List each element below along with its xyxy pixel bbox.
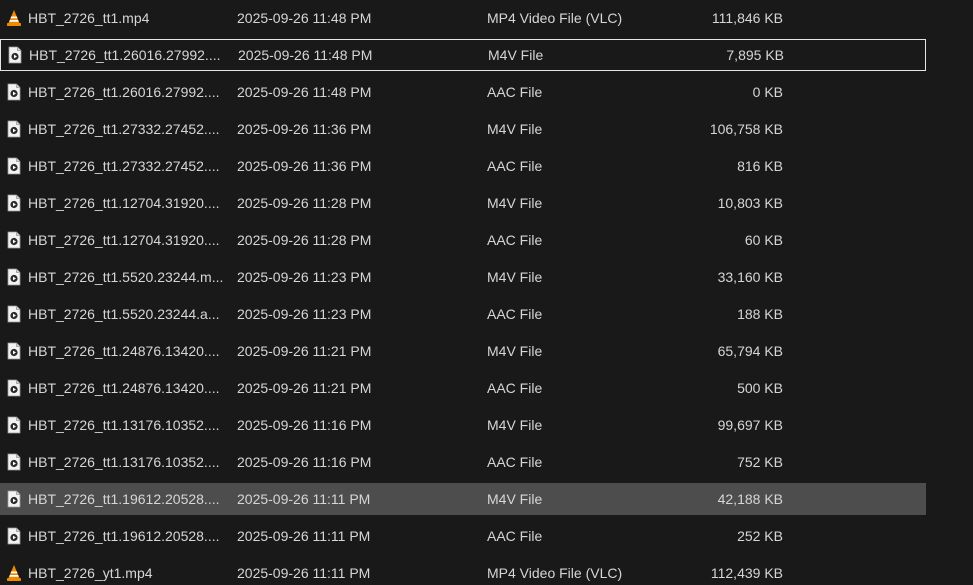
file-date-modified: 2025-09-26 11:48 PM: [237, 10, 372, 26]
file-row[interactable]: HBT_2726_tt1.13176.10352.... 2025-09-26 1…: [0, 409, 926, 441]
media-file-icon: [7, 46, 23, 64]
file-row[interactable]: HBT_2726_tt1.19612.20528.... 2025-09-26 1…: [0, 483, 926, 515]
file-name: HBT_2726_tt1.26016.27992....: [28, 84, 220, 100]
media-file-icon: [6, 83, 22, 101]
file-name: HBT_2726_yt1.mp4: [28, 565, 153, 581]
file-date-modified: 2025-09-26 11:28 PM: [237, 232, 372, 248]
file-date-modified: 2025-09-26 11:48 PM: [238, 47, 373, 63]
file-row[interactable]: HBT_2726_tt1.12704.31920.... 2025-09-26 1…: [0, 224, 926, 256]
file-row[interactable]: HBT_2726_tt1.26016.27992.... 2025-09-26 1…: [0, 39, 926, 71]
file-name: HBT_2726_tt1.5520.23244.a...: [28, 306, 220, 322]
file-row[interactable]: HBT_2726_tt1.27332.27452.... 2025-09-26 1…: [0, 150, 926, 182]
file-size: 816 KB: [737, 158, 783, 174]
media-file-icon: [6, 490, 22, 508]
file-size: 0 KB: [752, 84, 783, 100]
file-size: 111,846 KB: [711, 10, 783, 26]
file-date-modified: 2025-09-26 11:16 PM: [237, 454, 372, 470]
file-name: HBT_2726_tt1.12704.31920....: [28, 232, 220, 248]
media-file-icon: [6, 527, 22, 545]
file-row[interactable]: HBT_2726_tt1.12704.31920.... 2025-09-26 1…: [0, 187, 926, 219]
file-date-modified: 2025-09-26 11:23 PM: [237, 306, 372, 322]
file-size: 10,803 KB: [717, 195, 783, 211]
file-name: HBT_2726_tt1.24876.13420....: [28, 380, 220, 396]
file-row[interactable]: HBT_2726_tt1.24876.13420.... 2025-09-26 1…: [0, 335, 926, 367]
file-name: HBT_2726_tt1.12704.31920....: [28, 195, 220, 211]
file-size: 252 KB: [737, 528, 783, 544]
file-row[interactable]: HBT_2726_tt1.13176.10352.... 2025-09-26 1…: [0, 446, 926, 478]
file-row[interactable]: HBT_2726_tt1.5520.23244.m... 2025-09-26 1…: [0, 261, 926, 293]
file-size: 500 KB: [737, 380, 783, 396]
file-row[interactable]: HBT_2726_yt1.mp4 2025-09-26 11:11 PM MP4 V…: [0, 557, 926, 585]
file-name: HBT_2726_tt1.13176.10352....: [28, 454, 220, 470]
file-row[interactable]: HBT_2726_tt1.24876.13420.... 2025-09-26 1…: [0, 372, 926, 404]
file-name: HBT_2726_tt1.27332.27452....: [28, 121, 220, 137]
file-date-modified: 2025-09-26 11:48 PM: [237, 84, 372, 100]
file-date-modified: 2025-09-26 11:11 PM: [237, 528, 371, 544]
file-size: 99,697 KB: [717, 417, 783, 433]
file-row[interactable]: HBT_2726_tt1.27332.27452.... 2025-09-26 1…: [0, 113, 926, 145]
file-name: HBT_2726_tt1.13176.10352....: [28, 417, 220, 433]
file-size: 106,758 KB: [709, 121, 783, 137]
file-size: 752 KB: [737, 454, 783, 470]
file-row[interactable]: HBT_2726_tt1.19612.20528.... 2025-09-26 1…: [0, 520, 926, 552]
file-date-modified: 2025-09-26 11:11 PM: [237, 565, 371, 581]
file-name: HBT_2726_tt1.24876.13420....: [28, 343, 220, 359]
media-file-icon: [6, 342, 22, 360]
vlc-icon: [6, 564, 22, 582]
media-file-icon: [6, 305, 22, 323]
media-file-icon: [6, 194, 22, 212]
file-size: 42,188 KB: [717, 491, 783, 507]
file-size: 112,439 KB: [710, 565, 783, 581]
file-date-modified: 2025-09-26 11:16 PM: [237, 417, 372, 433]
media-file-icon: [6, 120, 22, 138]
file-name: HBT_2726_tt1.19612.20528....: [28, 528, 220, 544]
file-name: HBT_2726_tt1.19612.20528....: [28, 491, 220, 507]
file-date-modified: 2025-09-26 11:23 PM: [237, 269, 372, 285]
file-row[interactable]: HBT_2726_tt1.mp4 2025-09-26 11:48 PM MP4 V…: [0, 2, 926, 34]
file-row[interactable]: HBT_2726_tt1.5520.23244.a... 2025-09-26 1…: [0, 298, 926, 330]
media-file-icon: [6, 379, 22, 397]
media-file-icon: [6, 416, 22, 434]
file-name: HBT_2726_tt1.26016.27992....: [29, 47, 221, 63]
vlc-icon: [6, 9, 22, 27]
file-name: HBT_2726_tt1.5520.23244.m...: [28, 269, 224, 285]
media-file-icon: [6, 157, 22, 175]
file-date-modified: 2025-09-26 11:21 PM: [237, 380, 372, 396]
file-date-modified: 2025-09-26 11:28 PM: [237, 195, 372, 211]
file-size: 33,160 KB: [717, 269, 783, 285]
file-size: 7,895 KB: [726, 47, 784, 63]
file-size: 65,794 KB: [717, 343, 783, 359]
file-date-modified: 2025-09-26 11:11 PM: [237, 491, 371, 507]
media-file-icon: [6, 268, 22, 286]
file-size: 188 KB: [737, 306, 783, 322]
file-name: HBT_2726_tt1.27332.27452....: [28, 158, 220, 174]
media-file-icon: [6, 231, 22, 249]
file-date-modified: 2025-09-26 11:21 PM: [237, 343, 372, 359]
file-name: HBT_2726_tt1.mp4: [28, 10, 150, 26]
media-file-icon: [6, 453, 22, 471]
file-date-modified: 2025-09-26 11:36 PM: [237, 121, 372, 137]
file-row[interactable]: HBT_2726_tt1.26016.27992.... 2025-09-26 1…: [0, 76, 926, 108]
file-list: HBT_2726_tt1.mp4 2025-09-26 11:48 PM MP4 V…: [0, 0, 973, 585]
file-size: 60 KB: [744, 232, 783, 248]
file-date-modified: 2025-09-26 11:36 PM: [237, 158, 372, 174]
